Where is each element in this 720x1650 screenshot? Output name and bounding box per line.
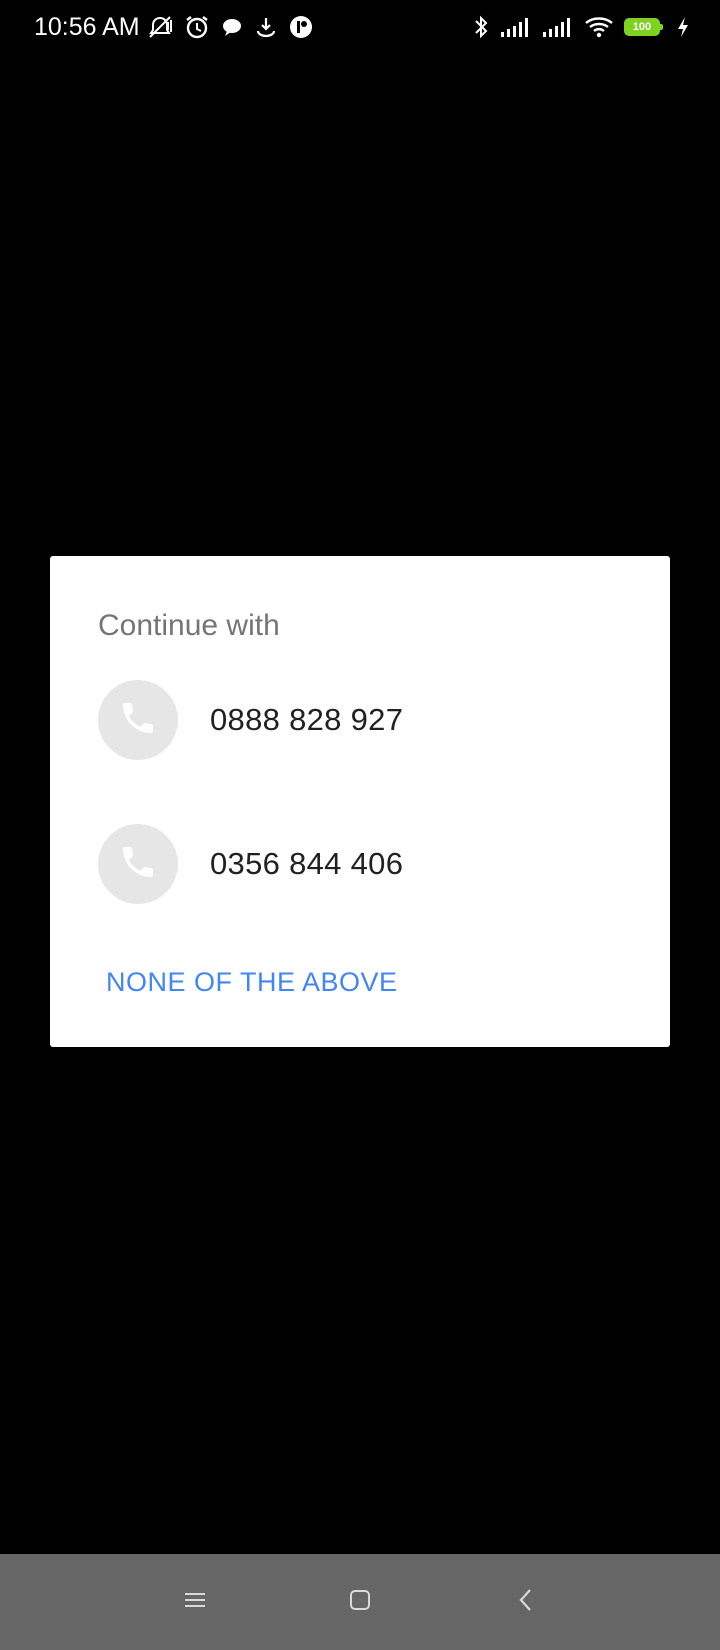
signal-icon [500,16,532,38]
status-left-icons [146,12,314,42]
home-button[interactable] [336,1578,384,1626]
menu-icon [183,1590,207,1615]
back-button[interactable] [502,1578,550,1626]
phone-number-label: 0888 828 927 [210,702,404,737]
battery-level: 100 [632,21,652,33]
mute-icon [146,14,174,40]
navigation-bar [0,1554,720,1650]
none-of-the-above-button[interactable]: NONE OF THE ABOVE [106,964,398,1000]
battery-icon: 100 [624,18,663,36]
chat-icon [220,15,244,39]
download-icon [254,15,278,39]
alarm-icon [184,14,210,40]
app-notification-icon [288,14,314,40]
screen: 10:56 AM 100 Continue with 0888 828 927 … [0,0,720,1650]
wifi-icon [584,15,614,39]
home-icon [348,1588,372,1617]
bluetooth-icon [472,14,490,40]
phone-option-2[interactable]: 0356 844 406 [98,824,658,904]
charging-icon [676,16,690,38]
menu-button[interactable] [171,1578,219,1626]
status-bar: 10:56 AM 100 [0,0,720,54]
phone-avatar [98,680,178,760]
status-time: 10:56 AM [34,13,140,41]
phone-number-label: 0356 844 406 [210,846,404,881]
dialog-title: Continue with [98,609,280,642]
phone-avatar [98,824,178,904]
continue-with-dialog: Continue with 0888 828 927 0356 844 406 … [50,556,670,1047]
back-icon [516,1588,536,1617]
phone-icon [118,842,158,887]
status-right-icons: 100 [472,12,690,42]
phone-option-1[interactable]: 0888 828 927 [98,680,658,760]
signal-icon [542,16,574,38]
phone-icon [118,698,158,743]
